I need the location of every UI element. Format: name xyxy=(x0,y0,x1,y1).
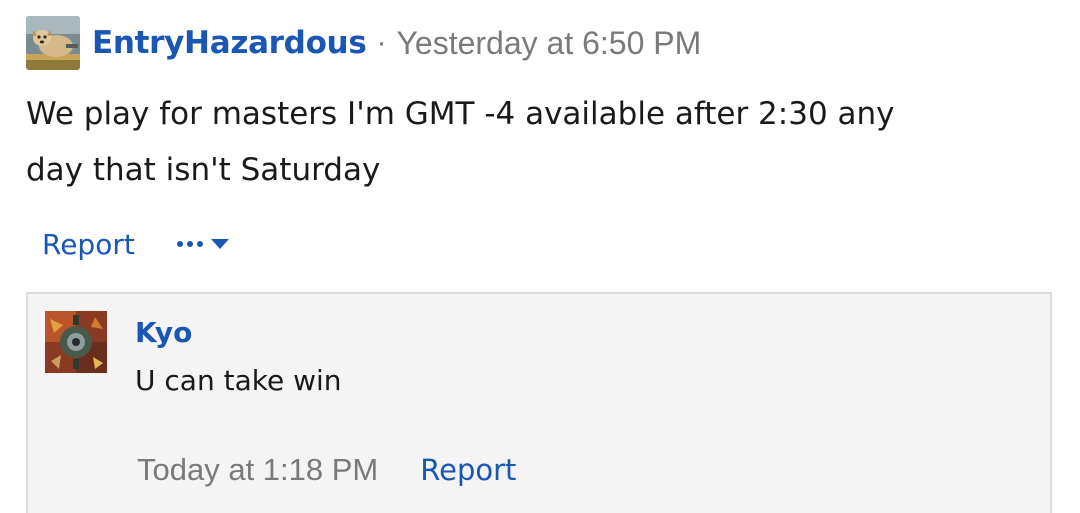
dog-photo-avatar-icon xyxy=(26,16,80,70)
abstract-art-avatar-icon xyxy=(45,311,107,373)
post-timestamp[interactable]: Yesterday at 6:50 PM xyxy=(396,25,701,62)
post-author-link[interactable]: EntryHazardous xyxy=(92,25,367,61)
separator-dot: · xyxy=(376,26,387,59)
more-options-icon xyxy=(176,241,203,247)
reply-comment: Kyo U can take win Today at 1:18 PM Repo… xyxy=(26,292,1052,513)
reply-report-button[interactable]: Report xyxy=(420,453,516,487)
chevron-down-icon xyxy=(210,239,229,249)
avatar[interactable] xyxy=(26,16,80,70)
post-message-line: We play for masters I'm GMT -4 available… xyxy=(26,96,895,132)
post-message-line: day that isn't Saturday xyxy=(26,152,381,188)
reply-timestamp[interactable]: Today at 1:18 PM xyxy=(137,452,378,488)
avatar[interactable] xyxy=(45,311,107,373)
post-actions: Report xyxy=(42,222,229,266)
report-button[interactable]: Report xyxy=(42,228,135,261)
more-options-button[interactable] xyxy=(176,239,229,249)
post-header: EntryHazardous · Yesterday at 6:50 PM xyxy=(26,14,701,72)
reply-message: U can take win xyxy=(135,364,342,397)
reply-author-link[interactable]: Kyo xyxy=(135,316,192,349)
post-message: We play for masters I'm GMT -4 available… xyxy=(26,86,1026,198)
reply-meta: Today at 1:18 PM Report xyxy=(137,452,516,488)
forum-thread: EntryHazardous · Yesterday at 6:50 PM We… xyxy=(0,0,1080,513)
